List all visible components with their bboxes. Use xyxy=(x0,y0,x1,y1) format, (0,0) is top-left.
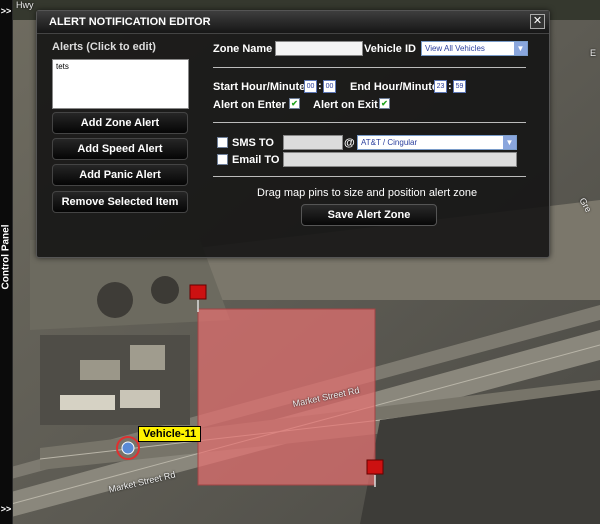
end-time-label: End Hour/Minute xyxy=(350,81,438,93)
zone-name-label: Zone Name xyxy=(213,43,273,55)
carrier-select[interactable]: AT&T / Cingular ▼ xyxy=(357,135,517,150)
start-hour-input[interactable]: 00 xyxy=(304,80,317,93)
chevron-down-icon[interactable]: ▼ xyxy=(514,42,527,55)
vehicle-label[interactable]: Vehicle-11 xyxy=(138,426,202,442)
email-input[interactable] xyxy=(283,152,517,167)
sms-label: SMS TO xyxy=(232,137,274,149)
remove-selected-button[interactable]: Remove Selected Item xyxy=(52,191,188,213)
divider xyxy=(213,67,526,68)
edge-label: E xyxy=(590,48,597,58)
divider xyxy=(213,122,526,123)
vehicle-id-value: View All Vehicles xyxy=(425,44,485,53)
list-item[interactable]: tets xyxy=(56,62,185,71)
alert-on-exit-checkbox[interactable]: ✔ xyxy=(379,98,390,109)
alerts-heading: Alerts (Click to edit) xyxy=(52,41,156,53)
chevron-down-icon[interactable]: ▼ xyxy=(503,136,516,149)
alert-on-enter-label: Alert on Enter xyxy=(213,99,286,111)
start-minute-input[interactable]: 00 xyxy=(323,80,336,93)
time-colon: : xyxy=(448,80,452,92)
at-sign: @ xyxy=(344,137,355,149)
email-label: Email TO xyxy=(232,154,280,166)
hwy-label: Hwy xyxy=(16,0,34,10)
alert-on-exit-label: Alert on Exit xyxy=(313,99,378,111)
end-minute-input[interactable]: 59 xyxy=(453,80,466,93)
drag-hint: Drag map pins to size and position alert… xyxy=(257,187,478,199)
carrier-value: AT&T / Cingular xyxy=(361,138,418,147)
add-panic-alert-button[interactable]: Add Panic Alert xyxy=(52,164,188,186)
divider xyxy=(213,176,526,177)
alert-on-enter-checkbox[interactable]: ✔ xyxy=(289,98,300,109)
zone-name-input[interactable] xyxy=(275,41,363,56)
sms-number-input[interactable] xyxy=(283,135,343,150)
email-checkbox[interactable] xyxy=(217,154,228,165)
expand-arrow-bottom[interactable]: >> xyxy=(0,504,12,514)
close-icon[interactable]: ✕ xyxy=(530,14,545,29)
control-panel-strip[interactable]: >> Control Panel >> xyxy=(0,0,13,524)
start-time-label: Start Hour/Minute xyxy=(213,81,306,93)
editor-title: ALERT NOTIFICATION EDITOR xyxy=(49,16,211,28)
add-speed-alert-button[interactable]: Add Speed Alert xyxy=(52,138,188,160)
add-zone-alert-button[interactable]: Add Zone Alert xyxy=(52,112,188,134)
vehicle-id-select[interactable]: View All Vehicles ▼ xyxy=(421,41,528,56)
expand-arrow-top[interactable]: >> xyxy=(0,6,12,16)
title-bar[interactable]: ALERT NOTIFICATION EDITOR ✕ xyxy=(37,11,549,34)
time-colon: : xyxy=(318,80,322,92)
save-alert-zone-button[interactable]: Save Alert Zone xyxy=(301,204,437,226)
end-hour-input[interactable]: 23 xyxy=(434,80,447,93)
alert-notification-editor: ALERT NOTIFICATION EDITOR ✕ Alerts (Clic… xyxy=(36,10,550,258)
sms-checkbox[interactable] xyxy=(217,137,228,148)
vehicle-id-label: Vehicle ID xyxy=(364,43,416,55)
alerts-list[interactable]: tets xyxy=(52,59,189,109)
control-panel-label[interactable]: Control Panel xyxy=(1,224,12,289)
